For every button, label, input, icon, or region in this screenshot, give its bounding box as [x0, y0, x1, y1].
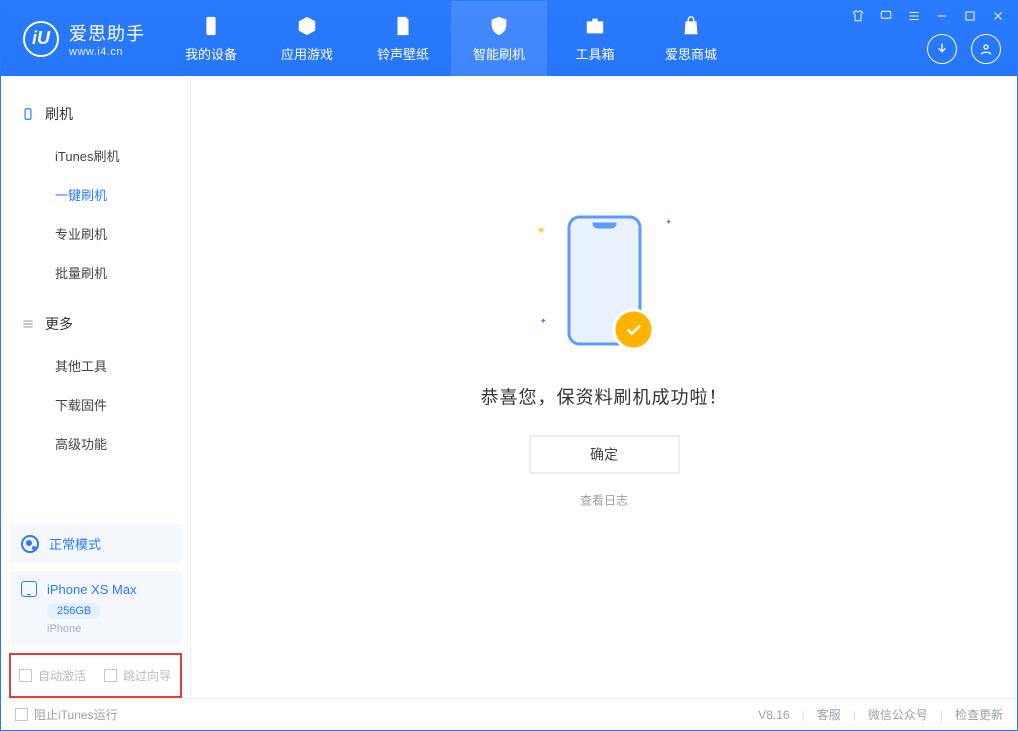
tab-store[interactable]: 爱思商城 [643, 1, 739, 76]
mode-card[interactable]: 正常模式 [9, 524, 182, 563]
tab-label: 爱思商城 [665, 44, 717, 63]
checkbox-icon[interactable] [19, 669, 32, 682]
mode-label: 正常模式 [49, 534, 101, 553]
footer-right: V8.16 | 客服 | 微信公众号 | 检查更新 [758, 706, 1003, 723]
sidebar-group-flash: 刷机 [1, 96, 190, 136]
minimize-icon[interactable] [933, 7, 951, 25]
result-message: 恭喜您，保资料刷机成功啦！ [481, 384, 728, 410]
version-label: V8.16 [758, 708, 789, 722]
header-right-actions [927, 34, 1001, 64]
feedback-icon[interactable] [877, 7, 895, 25]
option-auto-activate[interactable]: 自动激活 [19, 667, 86, 684]
view-log-link[interactable]: 查看日志 [481, 492, 728, 509]
option-label: 自动激活 [38, 667, 86, 684]
close-icon[interactable] [989, 7, 1007, 25]
shield-icon [487, 14, 511, 38]
result-panel: ✦ ✦ ✦ 恭喜您，保资料刷机成功啦！ 确定 查看日志 [481, 216, 728, 509]
tab-label: 应用游戏 [281, 44, 333, 63]
tab-ringtones[interactable]: 铃声壁纸 [355, 1, 451, 76]
sparkle-icon: ✦ [540, 317, 547, 326]
list-icon [21, 317, 35, 331]
separator: | [802, 708, 805, 722]
header: iU 爱思助手 www.i4.cn 我的设备 应用游戏 铃声壁纸 智能刷机 工具… [1, 1, 1017, 76]
maximize-icon[interactable] [961, 7, 979, 25]
nav-tabs: 我的设备 应用游戏 铃声壁纸 智能刷机 工具箱 爱思商城 [163, 1, 739, 76]
device-type: iPhone [47, 623, 170, 635]
main-content: ✦ ✦ ✦ 恭喜您，保资料刷机成功啦！ 确定 查看日志 [191, 76, 1017, 698]
sidebar-bottom: 正常模式 iPhone XS Max 256GB iPhone [1, 516, 190, 643]
titlebar-controls [849, 7, 1007, 25]
cube-icon [295, 14, 319, 38]
options-highlight-box: 自动激活 跳过向导 [9, 653, 182, 698]
checkbox-icon[interactable] [104, 669, 117, 682]
tab-toolbox[interactable]: 工具箱 [547, 1, 643, 76]
sidebar-item-advanced[interactable]: 高级功能 [1, 424, 190, 463]
device-card[interactable]: iPhone XS Max 256GB iPhone [9, 571, 182, 643]
menu-icon[interactable] [905, 7, 923, 25]
tab-label: 工具箱 [575, 44, 614, 63]
sidebar-item-download-fw[interactable]: 下载固件 [1, 385, 190, 424]
logo-text: 爱思助手 www.i4.cn [69, 20, 145, 58]
bag-icon [679, 14, 703, 38]
device-name: iPhone XS Max [47, 582, 137, 597]
phone-small-icon [21, 581, 37, 597]
phone-icon [199, 14, 223, 38]
tab-label: 我的设备 [185, 44, 237, 63]
tshirt-icon[interactable] [849, 7, 867, 25]
group-label: 刷机 [45, 104, 73, 124]
sidebar-list: 刷机 iTunes刷机 一键刷机 专业刷机 批量刷机 更多 其他工具 下载固件 … [1, 76, 190, 516]
support-link[interactable]: 客服 [817, 706, 841, 723]
tab-flash[interactable]: 智能刷机 [451, 1, 547, 76]
tab-my-device[interactable]: 我的设备 [163, 1, 259, 76]
check-update-link[interactable]: 检查更新 [955, 706, 1003, 723]
briefcase-icon [583, 14, 607, 38]
sparkle-icon: ✦ [665, 218, 672, 227]
separator: | [853, 708, 856, 722]
wechat-link[interactable]: 微信公众号 [868, 706, 928, 723]
tab-label: 智能刷机 [473, 44, 525, 63]
option-label: 跳过向导 [123, 667, 171, 684]
footer-block-itunes[interactable]: 阻止iTunes运行 [15, 706, 118, 723]
account-button[interactable] [971, 34, 1001, 64]
sidebar-group-more: 更多 [1, 306, 190, 346]
download-button[interactable] [927, 34, 957, 64]
group-label: 更多 [45, 314, 73, 334]
checkmark-badge-icon [612, 309, 654, 351]
sidebar: 刷机 iTunes刷机 一键刷机 专业刷机 批量刷机 更多 其他工具 下载固件 … [1, 76, 191, 698]
app-name: 爱思助手 [69, 20, 145, 46]
music-file-icon [391, 14, 415, 38]
logo: iU 爱思助手 www.i4.cn [1, 20, 163, 58]
ok-button[interactable]: 确定 [529, 436, 679, 474]
mode-icon [21, 535, 39, 553]
sidebar-item-pro-flash[interactable]: 专业刷机 [1, 214, 190, 253]
option-skip-guide[interactable]: 跳过向导 [104, 667, 171, 684]
tab-label: 铃声壁纸 [377, 44, 429, 63]
sparkle-icon: ✦ [536, 224, 546, 238]
footer-block-itunes-label: 阻止iTunes运行 [34, 706, 118, 723]
phone-graphic [567, 216, 641, 346]
app-subtitle: www.i4.cn [69, 46, 145, 58]
sidebar-item-batch-flash[interactable]: 批量刷机 [1, 253, 190, 292]
sidebar-item-other-tools[interactable]: 其他工具 [1, 346, 190, 385]
checkbox-icon[interactable] [15, 708, 28, 721]
body: 刷机 iTunes刷机 一键刷机 专业刷机 批量刷机 更多 其他工具 下载固件 … [1, 76, 1017, 698]
sidebar-item-oneclick-flash[interactable]: 一键刷机 [1, 175, 190, 214]
footer: 阻止iTunes运行 V8.16 | 客服 | 微信公众号 | 检查更新 [1, 698, 1017, 730]
separator: | [940, 708, 943, 722]
tab-apps[interactable]: 应用游戏 [259, 1, 355, 76]
logo-icon: iU [23, 21, 59, 57]
sidebar-item-itunes-flash[interactable]: iTunes刷机 [1, 136, 190, 175]
success-illustration: ✦ ✦ ✦ [554, 216, 654, 356]
device-small-icon [21, 107, 35, 121]
device-storage-badge: 256GB [47, 603, 101, 619]
